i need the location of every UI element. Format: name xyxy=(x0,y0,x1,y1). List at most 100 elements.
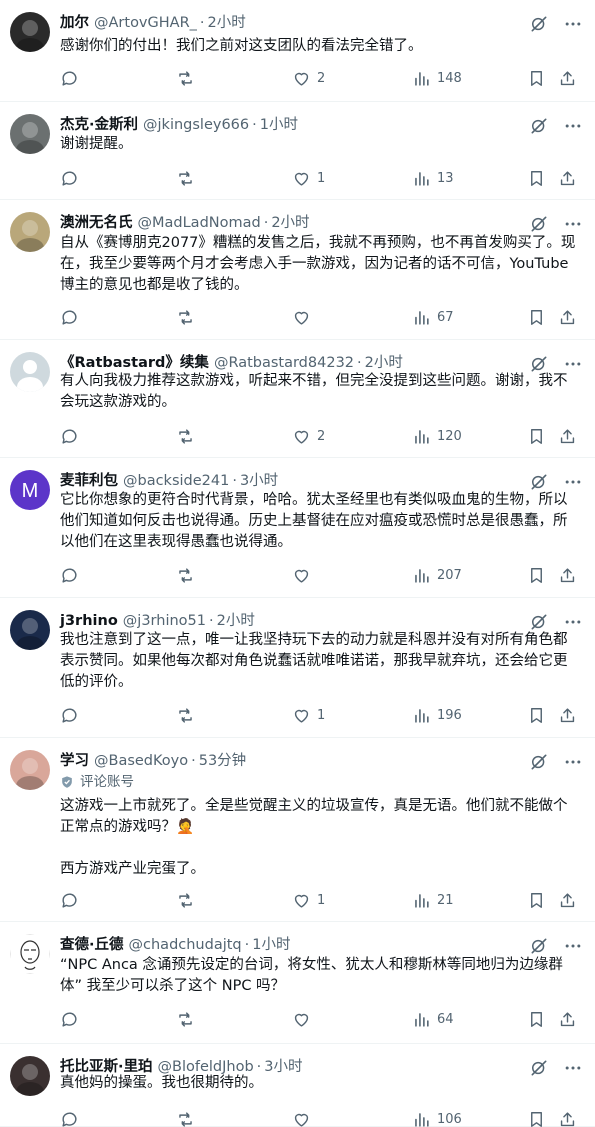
more-button[interactable] xyxy=(563,752,583,772)
author-handle[interactable]: @jkingsley666 xyxy=(143,114,249,136)
more-button[interactable] xyxy=(563,14,583,34)
avatar[interactable] xyxy=(10,1056,50,1096)
like-button[interactable]: 1 xyxy=(292,704,325,726)
reply-button[interactable] xyxy=(60,67,85,89)
avatar[interactable] xyxy=(10,750,50,790)
repost-button[interactable] xyxy=(176,564,201,586)
bookmark-button[interactable] xyxy=(527,704,546,726)
post-time[interactable]: 2小时 xyxy=(217,610,255,632)
author-name[interactable]: 麦菲利包 xyxy=(60,470,118,492)
repost-button[interactable] xyxy=(176,67,201,89)
views-button[interactable]: 67 xyxy=(412,306,454,328)
repost-button[interactable] xyxy=(176,306,201,328)
avatar[interactable]: M xyxy=(10,470,50,510)
post-time[interactable]: 3小时 xyxy=(240,470,278,492)
reply-post[interactable]: 杰克·金斯利 @jkingsley666 · 1小时 谢谢提醒。 1 13 xyxy=(0,102,595,200)
bookmark-button[interactable] xyxy=(527,1108,546,1127)
bookmark-button[interactable] xyxy=(527,564,546,586)
reply-button[interactable] xyxy=(60,889,85,911)
more-button[interactable] xyxy=(563,936,583,956)
reply-post[interactable]: 查德·丘德 @chadchudajtq · 1小时 “NPC Anca 念诵预先设定的台… xyxy=(0,922,595,1044)
repost-button[interactable] xyxy=(176,1008,201,1030)
like-button[interactable]: 2 xyxy=(292,425,325,447)
author-name[interactable]: 加尔 xyxy=(60,12,89,34)
reply-button[interactable] xyxy=(60,167,85,189)
like-button[interactable] xyxy=(292,564,317,586)
post-time[interactable]: 1小时 xyxy=(260,114,298,136)
author-name[interactable]: j3rhino xyxy=(60,610,118,632)
like-button[interactable] xyxy=(292,1008,317,1030)
post-time[interactable]: 53分钟 xyxy=(199,750,246,772)
grok-button[interactable] xyxy=(529,612,549,632)
share-button[interactable] xyxy=(558,306,577,328)
views-button[interactable]: 64 xyxy=(412,1008,454,1030)
avatar[interactable] xyxy=(10,12,50,52)
avatar[interactable] xyxy=(10,212,50,252)
like-button[interactable]: 1 xyxy=(292,889,325,911)
author-handle[interactable]: @backside241 xyxy=(123,470,229,492)
views-button[interactable]: 148 xyxy=(412,67,462,89)
share-button[interactable] xyxy=(558,1108,577,1127)
more-button[interactable] xyxy=(563,116,583,136)
reply-button[interactable] xyxy=(60,306,85,328)
author-name[interactable]: 杰克·金斯利 xyxy=(60,114,138,136)
reply-post[interactable]: 澳洲无名氏 @MadLadNomad · 2小时 自从《赛博朋克2077》糟糕的发售之后… xyxy=(0,200,595,340)
bookmark-button[interactable] xyxy=(527,425,546,447)
views-button[interactable]: 13 xyxy=(412,167,454,189)
avatar[interactable] xyxy=(10,610,50,650)
author-name[interactable]: 查德·丘德 xyxy=(60,934,124,956)
bookmark-button[interactable] xyxy=(527,1008,546,1030)
author-handle[interactable]: @j3rhino51 xyxy=(123,610,206,632)
repost-button[interactable] xyxy=(176,425,201,447)
grok-button[interactable] xyxy=(529,214,549,234)
reply-button[interactable] xyxy=(60,1108,85,1127)
author-handle[interactable]: @chadchudajtq xyxy=(129,934,242,956)
avatar[interactable] xyxy=(10,352,50,392)
like-button[interactable]: 1 xyxy=(292,167,325,189)
views-button[interactable]: 207 xyxy=(412,564,462,586)
views-button[interactable]: 21 xyxy=(412,889,454,911)
bookmark-button[interactable] xyxy=(527,306,546,328)
reply-button[interactable] xyxy=(60,704,85,726)
grok-button[interactable] xyxy=(529,472,549,492)
reply-post[interactable]: 托比亚斯·里珀 @BlofeldJhob · 3小时 真他妈的操蛋。我也很期待的。 106 xyxy=(0,1044,595,1127)
views-button[interactable]: 196 xyxy=(412,704,462,726)
bookmark-button[interactable] xyxy=(527,889,546,911)
post-time[interactable]: 2小时 xyxy=(271,212,309,234)
repost-button[interactable] xyxy=(176,1108,201,1127)
repost-button[interactable] xyxy=(176,167,201,189)
more-button[interactable] xyxy=(563,214,583,234)
grok-button[interactable] xyxy=(529,116,549,136)
avatar[interactable] xyxy=(10,114,50,154)
share-button[interactable] xyxy=(558,564,577,586)
grok-button[interactable] xyxy=(529,936,549,956)
reply-post[interactable]: 加尔 @ArtovGHAR_ · 2小时 感谢你们的付出！我们之前对这支团队的看法完全错… xyxy=(0,0,595,102)
views-button[interactable]: 106 xyxy=(412,1108,462,1127)
share-button[interactable] xyxy=(558,1008,577,1030)
reply-button[interactable] xyxy=(60,1008,85,1030)
avatar[interactable] xyxy=(10,934,50,974)
share-button[interactable] xyxy=(558,704,577,726)
author-name[interactable]: 澳洲无名氏 xyxy=(60,212,133,234)
grok-button[interactable] xyxy=(529,14,549,34)
author-name[interactable]: 学习 xyxy=(60,750,89,772)
reply-button[interactable] xyxy=(60,425,85,447)
more-button[interactable] xyxy=(563,472,583,492)
views-button[interactable]: 120 xyxy=(412,425,462,447)
repost-button[interactable] xyxy=(176,704,201,726)
post-time[interactable]: 2小时 xyxy=(208,12,246,34)
share-button[interactable] xyxy=(558,889,577,911)
bookmark-button[interactable] xyxy=(527,167,546,189)
reply-post[interactable]: j3rhino @j3rhino51 · 2小时 我也注意到了这一点，唯一让我坚持玩下去… xyxy=(0,598,595,738)
share-button[interactable] xyxy=(558,425,577,447)
share-button[interactable] xyxy=(558,67,577,89)
grok-button[interactable] xyxy=(529,752,549,772)
like-button[interactable] xyxy=(292,306,317,328)
reply-post[interactable]: 《Ratbastard》续集 @Ratbastard84232 · 2小时 有人向我极力… xyxy=(0,340,595,458)
more-button[interactable] xyxy=(563,612,583,632)
reply-button[interactable] xyxy=(60,564,85,586)
author-handle[interactable]: @BasedKoyo xyxy=(94,750,188,772)
bookmark-button[interactable] xyxy=(527,67,546,89)
like-button[interactable]: 2 xyxy=(292,67,325,89)
share-button[interactable] xyxy=(558,167,577,189)
